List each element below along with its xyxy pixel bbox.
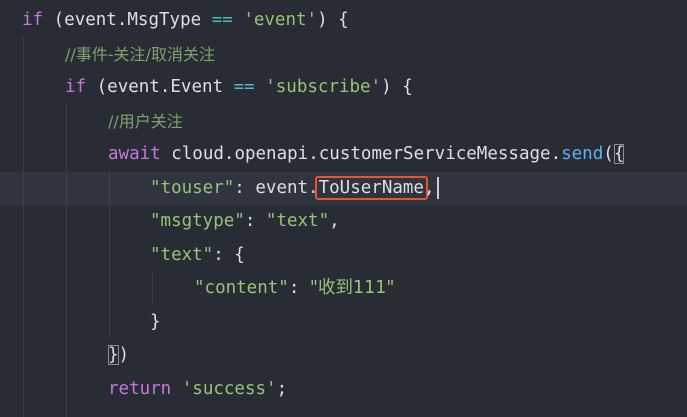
code-token: (: [43, 10, 65, 30]
code-token: ): [118, 345, 130, 365]
indent-guide: [152, 272, 153, 305]
code-token: {: [613, 144, 625, 164]
code-line-9[interactable]: "content": "收到111": [0, 272, 687, 306]
code-text: }): [108, 339, 129, 373]
code-token: Event: [170, 77, 224, 97]
code-token: "收到111": [309, 278, 395, 298]
code-text: await cloud.openapi.customerServiceMessa…: [108, 138, 625, 172]
code-token: .: [159, 77, 171, 97]
code-token: : {: [213, 244, 245, 265]
code-text: }: [150, 306, 161, 340]
code-line-1[interactable]: if (event.MsgType == 'event') {: [0, 4, 687, 38]
code-text: "msgtype": "text",: [150, 205, 340, 239]
code-token: ==: [201, 10, 244, 30]
code-token: ) {: [317, 10, 349, 30]
code-line-12[interactable]: return 'success';: [0, 373, 687, 407]
code-text: //用户关注: [108, 105, 183, 140]
code-token: //用户关注: [108, 111, 183, 131]
code-line-6-current[interactable]: "touser": event.ToUserName,: [0, 171, 687, 206]
code-token: send: [561, 144, 604, 164]
code-line-7[interactable]: "msgtype": "text",: [0, 205, 687, 239]
code-token: openapi: [234, 144, 309, 164]
code-token: .: [308, 144, 319, 164]
code-line-4[interactable]: //用户关注: [0, 105, 687, 139]
code-line-2[interactable]: //事件-关注/取消关注: [0, 38, 687, 72]
code-token: return: [108, 378, 172, 399]
code-line-8[interactable]: "text": {: [0, 239, 687, 273]
code-text: "text": {: [150, 239, 245, 273]
code-token: ) {: [381, 77, 413, 97]
code-token: }: [150, 311, 161, 332]
code-text: //事件-关注/取消关注: [65, 38, 215, 73]
code-token: event: [107, 77, 160, 97]
code-token: //事件-关注/取消关注: [65, 44, 215, 64]
code-token: (: [86, 77, 108, 97]
code-line-5[interactable]: await cloud.openapi.customerServiceMessa…: [0, 138, 687, 172]
code-text: if (event.Event == 'subscribe') {: [65, 71, 413, 105]
code-line-10[interactable]: }: [0, 306, 687, 340]
code-editor[interactable]: if (event.MsgType == 'event') { //事件-关注/…: [0, 0, 687, 417]
code-token: (: [603, 144, 614, 164]
code-token: if: [22, 10, 44, 30]
code-token: "text": [265, 211, 330, 231]
code-text: return 'success';: [108, 373, 287, 407]
code-token: }: [108, 345, 119, 365]
code-token: :: [234, 177, 256, 198]
code-token: .: [223, 144, 235, 164]
code-token: "text": [150, 244, 214, 265]
code-token: "content": [194, 278, 289, 298]
code-line-11[interactable]: }): [0, 339, 687, 373]
code-token: ==: [223, 77, 266, 97]
code-token: 'success': [171, 378, 277, 399]
code-token: event: [255, 177, 309, 198]
code-token: .: [550, 144, 562, 164]
indent-guide: [66, 104, 67, 417]
code-token: customerServiceMessage: [318, 144, 551, 164]
code-token: await: [108, 144, 161, 164]
text-cursor: [436, 176, 439, 199]
code-token: "touser": [150, 177, 235, 198]
code-token: if: [65, 77, 87, 97]
code-token: :: [288, 278, 310, 298]
code-token: .: [116, 10, 128, 30]
code-token: event: [64, 10, 117, 30]
code-line-3[interactable]: if (event.Event == 'subscribe') {: [0, 71, 687, 105]
code-token: :: [244, 211, 266, 231]
code-text: "content": "收到111": [194, 272, 394, 306]
indent-guide: [23, 37, 24, 417]
code-token: cloud: [160, 144, 224, 164]
code-token: ,: [423, 177, 435, 198]
code-token: 'event': [243, 10, 318, 30]
code-text: if (event.MsgType == 'event') {: [22, 4, 349, 38]
indent-guide: [109, 171, 110, 339]
code-token: "msgtype": [150, 211, 245, 231]
code-token: MsgType: [127, 10, 202, 30]
code-text: "touser": event.ToUserName,: [150, 172, 439, 206]
code-token: ,: [329, 211, 340, 231]
code-token: 'subscribe': [265, 77, 382, 97]
code-token: ToUserName: [314, 175, 428, 200]
code-token: ;: [276, 378, 288, 399]
